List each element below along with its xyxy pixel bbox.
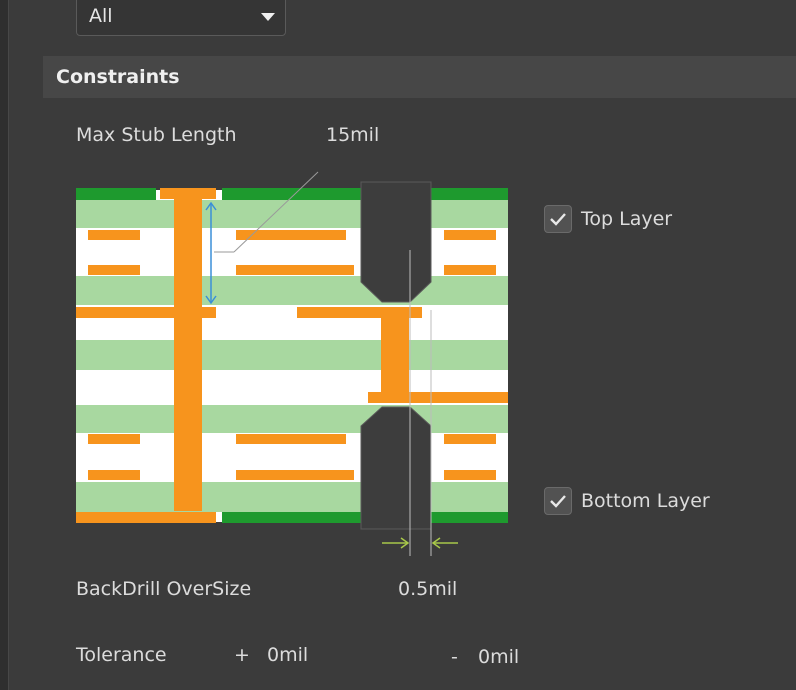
bottom-layer-checkbox[interactable] bbox=[544, 487, 572, 515]
top-solder-mask-left bbox=[76, 188, 156, 200]
backdrill-hole-bottom bbox=[360, 406, 432, 530]
backdrill-oversize-value[interactable]: 0.5mil bbox=[398, 578, 457, 600]
check-icon bbox=[550, 495, 566, 508]
oversize-arrows bbox=[382, 537, 458, 549]
backdrill-oversize-label: BackDrill OverSize bbox=[76, 578, 252, 600]
top-layer-label: Top Layer bbox=[581, 208, 673, 230]
check-icon bbox=[550, 213, 566, 226]
tolerance-label: Tolerance bbox=[76, 644, 167, 666]
tolerance-plus-sign: + bbox=[234, 644, 250, 666]
tolerance-minus-value[interactable]: 0mil bbox=[478, 646, 519, 668]
backdrill-hole-top bbox=[360, 181, 432, 303]
tolerance-plus-value[interactable]: 0mil bbox=[267, 644, 308, 666]
bottom-layer-label: Bottom Layer bbox=[581, 490, 710, 512]
tolerance-minus-sign: - bbox=[451, 646, 458, 668]
top-layer-checkbox[interactable] bbox=[544, 205, 572, 233]
